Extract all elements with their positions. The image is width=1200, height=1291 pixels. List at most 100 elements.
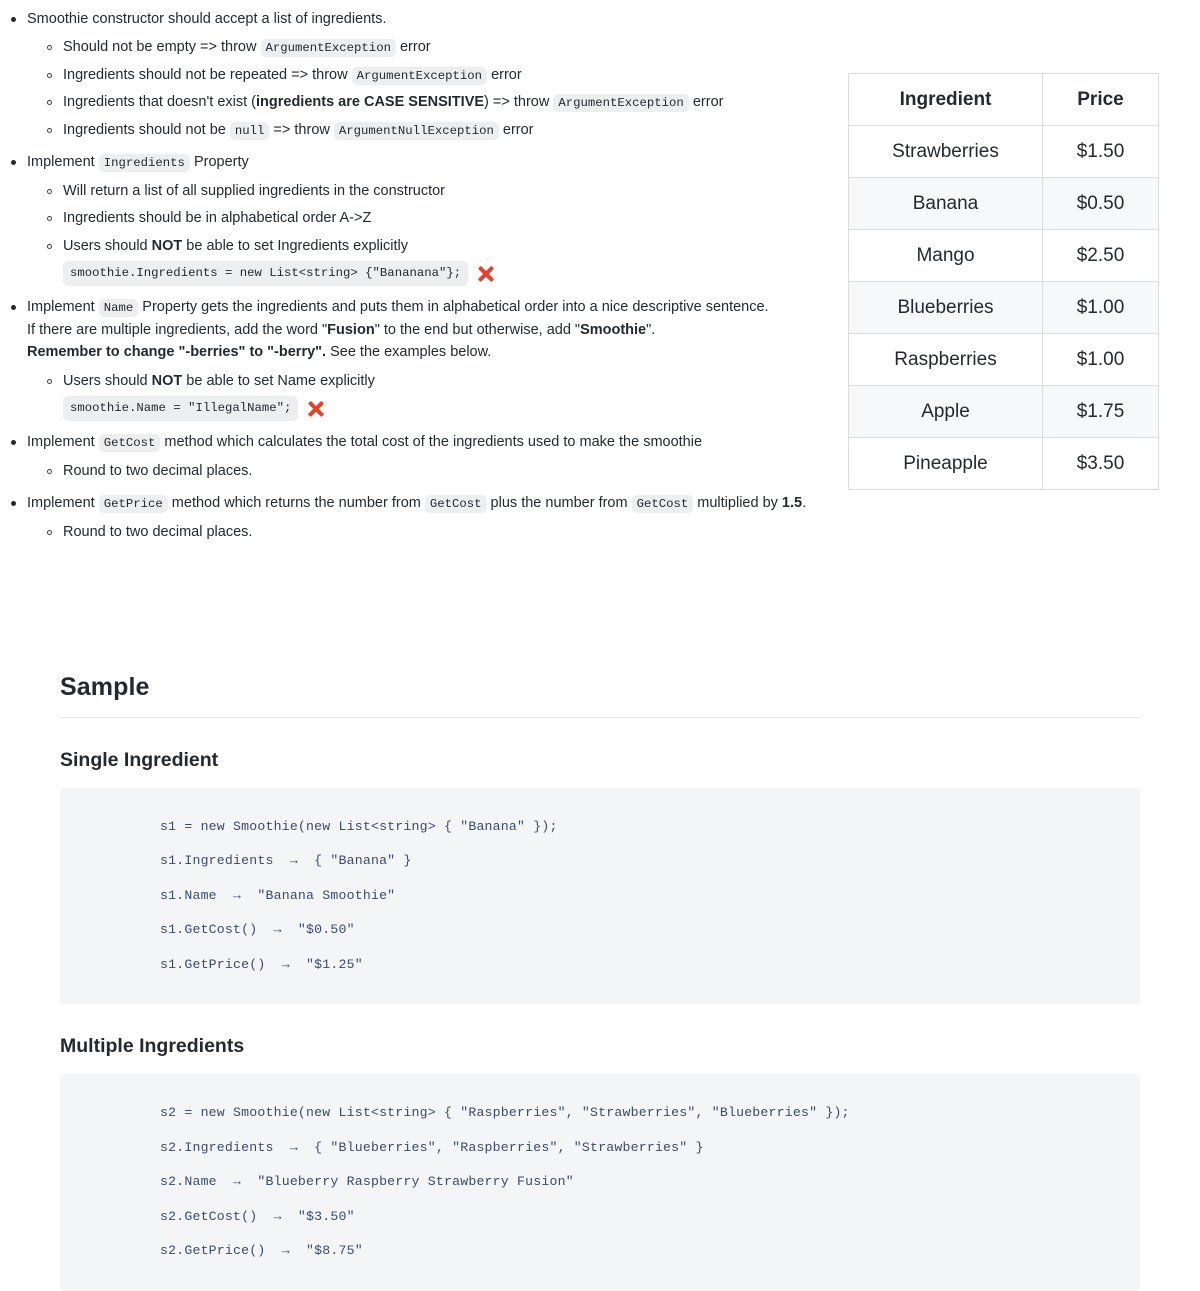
code-line: s1.Ingredients → { "Banana" }: [160, 853, 412, 869]
text-run: Implement: [27, 154, 99, 171]
sample-subheading: Multiple Ingredients: [60, 1035, 245, 1058]
cell-price: $1.00: [1042, 281, 1159, 334]
requirements-list: Smoothie constructor should accept a lis…: [0, 8, 848, 543]
text-run: method which returns the number from: [167, 495, 425, 512]
code-line: s2.GetPrice() → "$8.75": [160, 1243, 363, 1259]
bullet-marker-icon: [11, 17, 16, 22]
inline-code: null: [229, 121, 270, 140]
requirement-subitem: Should not be empty => throw ArgumentExc…: [27, 36, 848, 58]
requirement-subtext: Ingredients should be in alphabetical or…: [63, 207, 848, 229]
cell-price: $0.50: [1042, 177, 1159, 230]
text-run: Implement: [27, 434, 99, 451]
requirement-subtext: Should not be empty => throw ArgumentExc…: [63, 36, 848, 58]
text-run: multiplied by: [693, 495, 782, 512]
illegal-code-snippet: smoothie.Ingredients = new List<string> …: [63, 261, 469, 287]
sample-code-block: s1 = new Smoothie(new List<string> { "Ba…: [60, 787, 1140, 1005]
sub-bullet-marker-icon: [47, 72, 52, 78]
text-run: Users should: [63, 372, 152, 389]
requirement-subitem: Ingredients that doesn't exist (ingredie…: [27, 91, 848, 113]
text-run: Implement: [27, 299, 99, 316]
code-line: s1 = new Smoothie(new List<string> { "Ba…: [160, 818, 558, 834]
requirement-subitem: Round to two decimal places.: [27, 460, 848, 482]
table-row: Raspberries $1.00: [848, 333, 1159, 386]
requirement-subtext: Round to two decimal places.: [63, 460, 848, 482]
column-header-ingredient: Ingredient: [848, 73, 1043, 126]
text-run: See the examples below.: [326, 344, 492, 361]
text-run: Smoothie constructor should accept a lis…: [27, 11, 387, 27]
table-row: Apple $1.75: [848, 385, 1159, 438]
sample-code-block: s2 = new Smoothie(new List<string> { "Ra…: [60, 1074, 1140, 1291]
cell-ingredient: Pineapple: [848, 437, 1043, 490]
text-run: Should not be empty => throw: [63, 39, 261, 56]
sub-bullet-marker-icon: [47, 100, 52, 106]
illegal-code-snippet: smoothie.Name = "IllegalName";: [63, 396, 299, 422]
emphasis-text: Fusion: [327, 321, 375, 338]
code-line: s2.Ingredients → { "Blueberries", "Raspb…: [160, 1139, 704, 1155]
code-line: s2.GetCost() → "$3.50": [160, 1208, 355, 1224]
sample-subheading: Single Ingredient: [60, 748, 219, 771]
text-run: plus the number from: [486, 495, 632, 512]
text-run: " to the end but otherwise, add ": [374, 321, 581, 338]
text-run: ) => throw: [484, 94, 554, 111]
sample-section: Sample Single Ingredient s1 = new Smoothi…: [0, 668, 1200, 1291]
inline-code: GetCost: [424, 495, 487, 514]
cell-ingredient: Raspberries: [848, 333, 1043, 386]
requirement-text: Implement GetCost method which calculate…: [27, 431, 848, 453]
requirement-subitem: Users should NOT be able to set Name exp…: [27, 370, 848, 422]
emphasis-text: Remember to change "-berries" to "-berry…: [27, 344, 327, 361]
inline-code: GetCost: [631, 495, 694, 514]
sub-bullet-marker-icon: [47, 188, 52, 194]
inline-code: ArgumentException: [260, 39, 396, 58]
requirement-item-getcost-method: Implement GetCost method which calculate…: [0, 431, 848, 482]
text-run: be able to set Ingredients explicitly: [182, 237, 408, 254]
requirement-subitem: Users should NOT be able to set Ingredie…: [27, 235, 848, 287]
cell-ingredient: Banana: [848, 177, 1043, 230]
requirement-text: Smoothie constructor should accept a lis…: [27, 8, 848, 30]
table-header-row: Ingredient Price: [848, 73, 1159, 126]
text-run: => throw: [269, 121, 334, 138]
bullet-marker-icon: [11, 160, 16, 166]
text-run: If there are multiple ingredients, add t…: [27, 321, 328, 338]
emphasis-text: Smoothie: [580, 321, 647, 338]
inline-code: ArgumentException: [553, 94, 689, 113]
text-run: Ingredients that doesn't exist (: [63, 94, 256, 111]
cell-price: $1.50: [1042, 125, 1159, 178]
requirement-sublist: Round to two decimal places.: [27, 460, 848, 482]
requirement-subitem: Round to two decimal places.: [27, 521, 848, 543]
requirement-subtext: Ingredients should not be repeated => th…: [63, 64, 848, 86]
cell-price: $1.75: [1042, 385, 1159, 438]
sub-bullet-marker-icon: [47, 468, 52, 474]
requirements-column: Smoothie constructor should accept a lis…: [0, 0, 848, 553]
requirement-subtext: Ingredients that doesn't exist (ingredie…: [63, 91, 848, 113]
requirement-subitem: Ingredients should not be null => throw …: [27, 119, 848, 141]
column-header-price: Price: [1042, 73, 1159, 126]
requirement-subitem: Ingredients should not be repeated => th…: [27, 64, 848, 86]
requirement-subtext: Round to two decimal places.: [63, 521, 848, 543]
requirement-item-ingredients-property: Implement Ingredients Property Will retur…: [0, 151, 848, 287]
text-run: error: [487, 66, 522, 83]
bullet-marker-icon: [11, 440, 16, 446]
table-body: Strawberries $1.50 Banana $0.50 Mango $2.50 Bl…: [848, 125, 1159, 490]
inline-code: ArgumentException: [351, 66, 488, 85]
table-row: Pineapple $3.50: [848, 437, 1159, 490]
requirement-subtext: Ingredients should not be null => throw …: [63, 119, 848, 141]
requirement-subtext: Will return a list of all supplied ingre…: [63, 180, 848, 202]
ingredient-price-table-wrapper: Ingredient Price Strawberries $1.50 Banana…: [848, 73, 1159, 490]
table-head: Ingredient Price: [848, 73, 1159, 126]
table-row: Banana $0.50: [848, 177, 1159, 230]
text-run: Ingredients should be in alphabetical or…: [63, 210, 372, 227]
requirement-sublist: Users should NOT be able to set Name exp…: [27, 370, 848, 422]
text-run: Users should: [63, 237, 152, 254]
cell-ingredient: Blueberries: [848, 281, 1043, 334]
cell-price: $1.00: [1042, 333, 1159, 386]
code-line: s2 = new Smoothie(new List<string> { "Ra…: [160, 1105, 850, 1121]
code-line: s1.Name → "Banana Smoothie": [160, 887, 396, 903]
emphasis-text: NOT: [151, 372, 183, 389]
inline-code: Ingredients: [98, 154, 190, 173]
illegal-assignment-example: smoothie.Ingredients = new List<string> …: [63, 261, 848, 287]
bullet-marker-icon: [11, 305, 16, 311]
sub-bullet-marker-icon: [47, 378, 52, 384]
inline-code: Name: [98, 299, 139, 318]
code-line: s1.GetCost() → "$0.50": [160, 922, 355, 938]
sub-bullet-marker-icon: [47, 45, 52, 51]
